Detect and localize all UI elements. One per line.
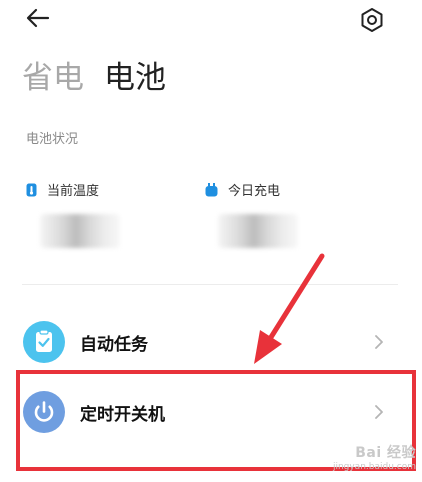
- tab-battery[interactable]: 电池: [104, 52, 166, 97]
- back-button[interactable]: [24, 6, 52, 30]
- charging-icon: [205, 182, 218, 196]
- annotation-arrow: [254, 253, 325, 364]
- tab-power-saving[interactable]: 省电: [22, 52, 84, 97]
- charged-today-label: 今日充电: [228, 184, 281, 199]
- chevron-right-icon: [375, 335, 383, 349]
- thermometer-icon: [26, 183, 37, 196]
- watermark: Bai 经验 jingyan.baidu.com: [333, 442, 416, 472]
- temperature-stat: 当前温度: [26, 180, 99, 199]
- charged-today-stat: 今日充电: [205, 180, 280, 199]
- watermark-brand: Bai 经验: [355, 445, 416, 461]
- charged-today-value-blurred: [218, 214, 298, 248]
- watermark-url: jingyan.baidu.com: [332, 462, 416, 472]
- temperature-value-blurred: [40, 214, 120, 248]
- settings-icon: [361, 8, 383, 32]
- auto-tasks-label: 自动任务: [80, 334, 148, 355]
- temperature-label: 当前温度: [47, 184, 100, 199]
- back-arrow-icon: [26, 8, 50, 28]
- battery-status-heading: 电池状况: [26, 132, 79, 147]
- settings-button[interactable]: [358, 6, 386, 34]
- list-item-auto-tasks[interactable]: 自动任务: [22, 318, 398, 366]
- divider: [22, 284, 398, 285]
- tab-bar: 省电 电池: [22, 52, 166, 97]
- clipboard-check-icon: [23, 321, 65, 363]
